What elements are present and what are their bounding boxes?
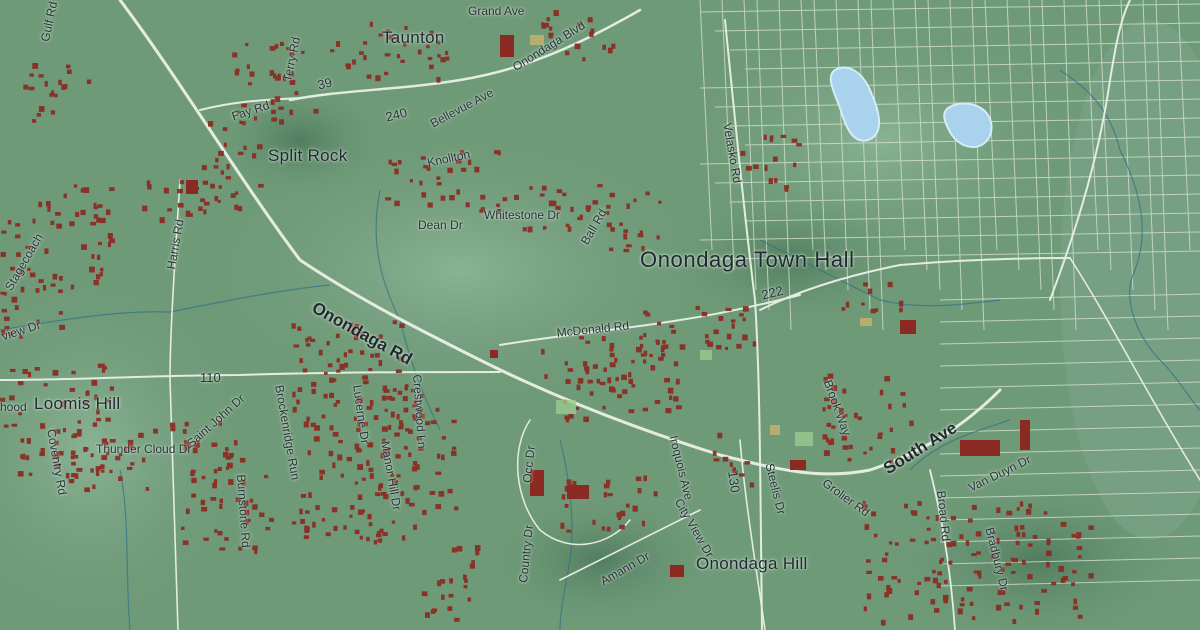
- buildings-layer: [0, 10, 1094, 626]
- place-taunton: Taunton: [382, 28, 445, 47]
- route-shield-130: 130: [725, 470, 744, 494]
- map-canvas[interactable]: Taunton Split Rock Onondaga Town Hall Lo…: [0, 0, 1200, 630]
- road-label-thunder-cloud-dr: Thunder Cloud Dr: [96, 442, 192, 456]
- place-loomis-hill: Loomis Hill: [34, 394, 121, 413]
- route-shield-110: 110: [200, 370, 221, 385]
- road-label-hood: hood: [0, 400, 27, 414]
- place-onondaga-hill: Onondaga Hill: [696, 554, 808, 573]
- place-onondaga-town-hall: Onondaga Town Hall: [640, 247, 855, 272]
- road-label-grand-ave: Grand Ave: [468, 4, 525, 18]
- road-label-dean-dr: Dean Dr: [418, 218, 463, 232]
- road-label-whitestone-dr: Whitestone Dr: [484, 208, 561, 222]
- place-split-rock: Split Rock: [268, 146, 348, 165]
